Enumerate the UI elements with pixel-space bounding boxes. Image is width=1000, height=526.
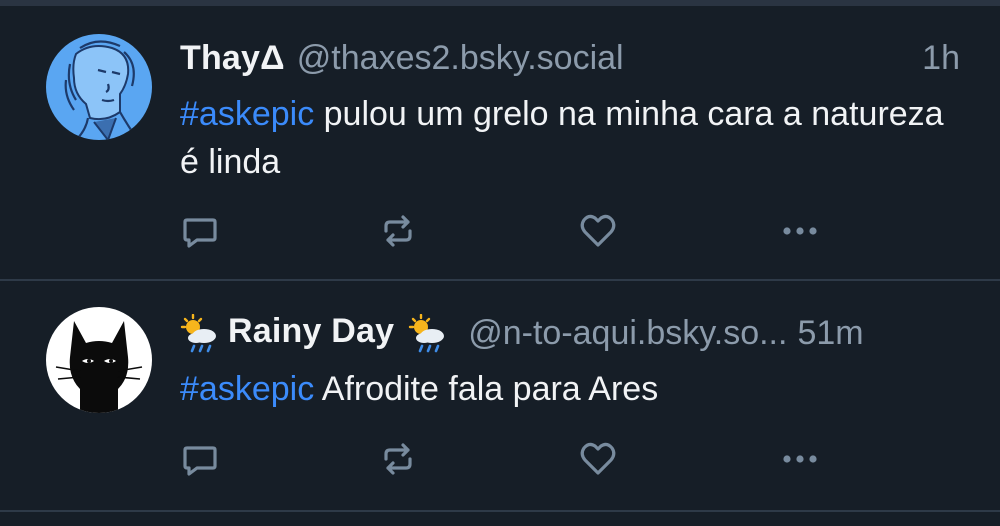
heart-icon [580, 214, 616, 247]
post-text: #askepic Afrodite fala para Ares [180, 365, 970, 413]
timestamp[interactable]: 1h [922, 39, 960, 78]
post-header: ThayΔ @thaxes2.bsky.social 1h [180, 35, 960, 81]
more-options-button[interactable] [778, 437, 822, 481]
post-text-content: Afrodite fala para Ares [314, 370, 659, 408]
timestamp[interactable]: 51m [797, 314, 863, 353]
heart-icon [580, 442, 616, 475]
display-name[interactable]: ThayΔ [180, 39, 285, 78]
post-feed: ThayΔ @thaxes2.bsky.social 1h #askepic p… [0, 0, 1000, 526]
post-actions [178, 437, 838, 481]
avatar[interactable] [46, 34, 152, 140]
like-button[interactable] [576, 437, 620, 481]
more-options-icon [783, 455, 817, 463]
display-name[interactable]: Rainy Day [180, 312, 448, 353]
post-divider [0, 510, 1000, 512]
handle[interactable]: @n-to-aqui.bsky.so... [468, 314, 787, 353]
display-name-text: Rainy Day [228, 312, 395, 351]
hashtag-link[interactable]: #askepic [180, 95, 314, 133]
avatar[interactable] [46, 307, 152, 413]
sketch-portrait-avatar-icon [46, 34, 152, 140]
post-actions [178, 209, 838, 253]
handle[interactable]: @thaxes2.bsky.social [297, 39, 624, 78]
reply-button[interactable] [178, 209, 222, 253]
sun-behind-rain-cloud-icon [180, 313, 216, 352]
repost-button[interactable] [376, 437, 420, 481]
more-options-icon [783, 227, 817, 235]
post-text: #askepic pulou um grelo na minha cara a … [180, 90, 970, 186]
hashtag-link[interactable]: #askepic [180, 370, 314, 408]
repost-icon [384, 215, 412, 247]
repost-icon [384, 443, 412, 475]
sun-behind-rain-cloud-icon [409, 313, 445, 352]
post-1[interactable]: ThayΔ @thaxes2.bsky.social 1h #askepic p… [0, 0, 1000, 280]
reply-icon [183, 218, 217, 248]
like-button[interactable] [576, 209, 620, 253]
post-2[interactable]: Rainy Day @n-to-aqui.bsky.so... 51m #ask… [0, 281, 1000, 511]
reply-icon [183, 446, 217, 476]
post-header: Rainy Day @n-to-aqui.bsky.so... 51m [180, 310, 960, 356]
repost-button[interactable] [376, 209, 420, 253]
black-cat-avatar-icon [46, 307, 152, 413]
more-options-button[interactable] [778, 209, 822, 253]
reply-button[interactable] [178, 437, 222, 481]
